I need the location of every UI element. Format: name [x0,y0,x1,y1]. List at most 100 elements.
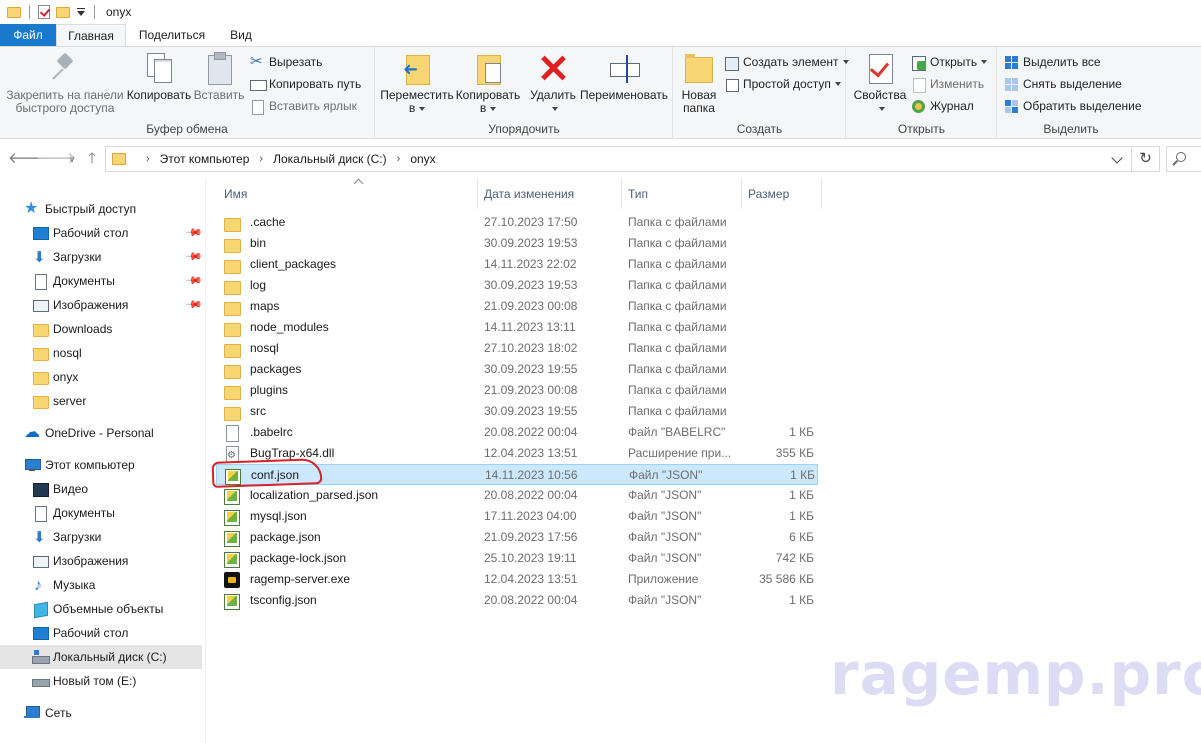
star-icon [24,197,40,221]
nav-network[interactable]: Сеть [0,701,202,725]
music-icon [32,574,48,598]
forward-arrow-icon[interactable]: 🡒 [36,149,76,169]
nav-item-pc-pictures[interactable]: Изображения [0,549,202,573]
nav-item-nosql[interactable]: nosql [0,341,202,365]
nav-label: Этот компьютер [45,458,135,472]
file-date: 12.04.2023 13:51 [484,572,578,586]
folder-icon[interactable] [7,6,21,18]
table-row[interactable]: node_modules 14.11.2023 13:11 Папка с файл… [216,317,818,338]
address-bar[interactable]: › Этот компьютер › Локальный диск (C:) ›… [105,146,1132,172]
search-input[interactable] [1166,146,1201,172]
pin-icon: 📌 [184,295,203,315]
pin-icon: 📌 [184,223,203,243]
folder-icon [32,393,49,409]
table-row[interactable]: log 30.09.2023 19:53 Папка с файлами [216,275,818,296]
paste-button[interactable]: Вставить [192,51,246,102]
properties-button[interactable]: Свойства [851,51,909,115]
invert-selection-icon [1004,99,1019,114]
table-row[interactable]: .babelrc 20.08.2022 00:04 Файл "BABELRC" 1 … [216,422,818,443]
nav-quick-access[interactable]: Быстрый доступ [0,197,202,221]
customize-toolbar-icon[interactable] [77,7,85,16]
nav-onedrive[interactable]: OneDrive - Personal [0,421,202,445]
nav-item-3d-objects[interactable]: Объемные объекты [0,597,202,621]
table-row[interactable]: bin 30.09.2023 19:53 Папка с файлами [216,233,818,254]
select-all-button[interactable]: Выделить все [1004,52,1101,72]
exe-icon [224,571,240,588]
pin-quick-access-button[interactable]: Закрепить на панели быстрого доступа [4,51,126,115]
breadcrumb-this-pc[interactable]: Этот компьютер [160,152,250,166]
tab-share[interactable]: Поделиться [128,24,216,46]
new-item-button[interactable]: Создать элемент [724,52,849,72]
table-row[interactable]: mysql.json 17.11.2023 04:00 Файл "JSON" 1 К… [216,506,818,527]
column-header-size[interactable]: Размер [742,179,822,209]
nav-item-local-disk-c[interactable]: Локальный диск (C:) [0,645,202,669]
copy-button[interactable]: Копировать [124,51,194,102]
breadcrumb-onyx[interactable]: onyx [410,152,435,166]
table-row[interactable]: plugins 21.09.2023 00:08 Папка с файлами [216,380,818,401]
tab-home[interactable]: Главная [56,24,126,47]
chevron-down-icon[interactable] [1111,152,1123,164]
table-row[interactable]: package-lock.json 25.10.2023 19:11 Файл "J… [216,548,818,569]
table-row[interactable]: .cache 27.10.2023 17:50 Папка с файлами [216,212,818,233]
nav-this-pc[interactable]: Этот компьютер [0,453,202,477]
table-row[interactable]: nosql 27.10.2023 18:02 Папка с файлами [216,338,818,359]
edit-button[interactable]: Изменить [911,74,984,94]
nav-item-downloads[interactable]: Downloads [0,317,202,341]
nav-item-pc-documents[interactable]: Документы [0,501,202,525]
table-row[interactable]: package.json 21.09.2023 17:56 Файл "JSON" 6… [216,527,818,548]
paste-shortcut-button[interactable]: Вставить ярлык [250,96,357,116]
nav-item-downloads-ru[interactable]: Загрузки 📌 [0,245,203,270]
recent-locations-chevron-icon[interactable]: ∨ [62,149,82,169]
cut-label: Вырезать [269,55,323,69]
column-header-type[interactable]: Тип [622,179,742,209]
properties-icon[interactable] [38,5,50,19]
table-row[interactable]: client_packages 14.11.2023 22:02 Папка с ф… [216,254,818,275]
up-arrow-icon[interactable]: 🡑 [82,149,102,169]
open-button[interactable]: Открыть [911,52,988,72]
move-to-button[interactable]: Переместить в [380,51,454,115]
nav-item-music[interactable]: Музыка [0,573,202,598]
nav-item-desktop[interactable]: Рабочий стол 📌 [0,221,203,245]
copy-path-button[interactable]: Копировать путь [250,74,361,94]
nav-item-server[interactable]: server [0,389,202,413]
tab-file[interactable]: Файл [0,24,56,46]
nav-item-documents[interactable]: Документы 📌 [0,269,203,293]
cut-button[interactable]: Вырезать [250,52,322,72]
table-row[interactable]: localization_parsed.json 20.08.2022 00:04… [216,485,818,506]
rename-button[interactable]: Переименовать [578,51,670,102]
new-folder-icon[interactable] [56,6,70,18]
nav-item-pc-desktop[interactable]: Рабочий стол [0,621,202,645]
nav-item-pc-downloads[interactable]: Загрузки [0,525,202,550]
table-row[interactable]: src 30.09.2023 19:55 Папка с файлами [216,401,818,422]
refresh-icon[interactable]: ↻ [1132,146,1160,172]
nav-label: Загрузки [53,530,102,544]
json-icon [224,551,240,568]
table-row[interactable]: packages 30.09.2023 19:55 Папка с файлами [216,359,818,380]
chevron-right-icon[interactable]: › [397,153,401,165]
new-folder-button[interactable]: Новая папка [678,51,720,115]
invert-selection-button[interactable]: Обратить выделение [1004,96,1142,116]
nav-item-pictures[interactable]: Изображения 📌 [0,293,203,317]
column-header-name[interactable]: Имя [218,178,478,209]
delete-button[interactable]: Удалить [526,51,580,115]
nav-item-new-volume-e[interactable]: Новый том (E:) [0,669,202,693]
table-row[interactable]: maps 21.09.2023 00:08 Папка с файлами [216,296,818,317]
history-button[interactable]: Журнал [911,96,974,116]
chevron-right-icon[interactable]: › [259,153,263,165]
file-date: 14.11.2023 13:11 [484,320,576,334]
tab-view[interactable]: Вид [218,24,264,46]
nav-item-onyx[interactable]: onyx [0,365,202,389]
nav-item-videos[interactable]: Видео [0,477,202,501]
copy-to-button[interactable]: Копировать в [454,51,522,115]
nav-label: Рабочий стол [53,226,129,240]
select-none-button[interactable]: Снять выделение [1004,74,1122,94]
chevron-right-icon[interactable]: › [146,153,150,165]
back-arrow-icon[interactable]: 🡐 [8,149,48,169]
easy-access-button[interactable]: Простой доступ [724,74,841,94]
open-label: Открыть [930,55,978,69]
table-row[interactable]: ragemp-server.exe 12.04.2023 13:51 Приложе… [216,569,818,590]
file-date: 21.09.2023 00:08 [484,299,578,313]
breadcrumb-local-disk[interactable]: Локальный диск (C:) [273,152,387,166]
column-header-date[interactable]: Дата изменения [478,179,622,209]
table-row[interactable]: tsconfig.json 20.08.2022 00:04 Файл "JSON"… [216,590,818,611]
